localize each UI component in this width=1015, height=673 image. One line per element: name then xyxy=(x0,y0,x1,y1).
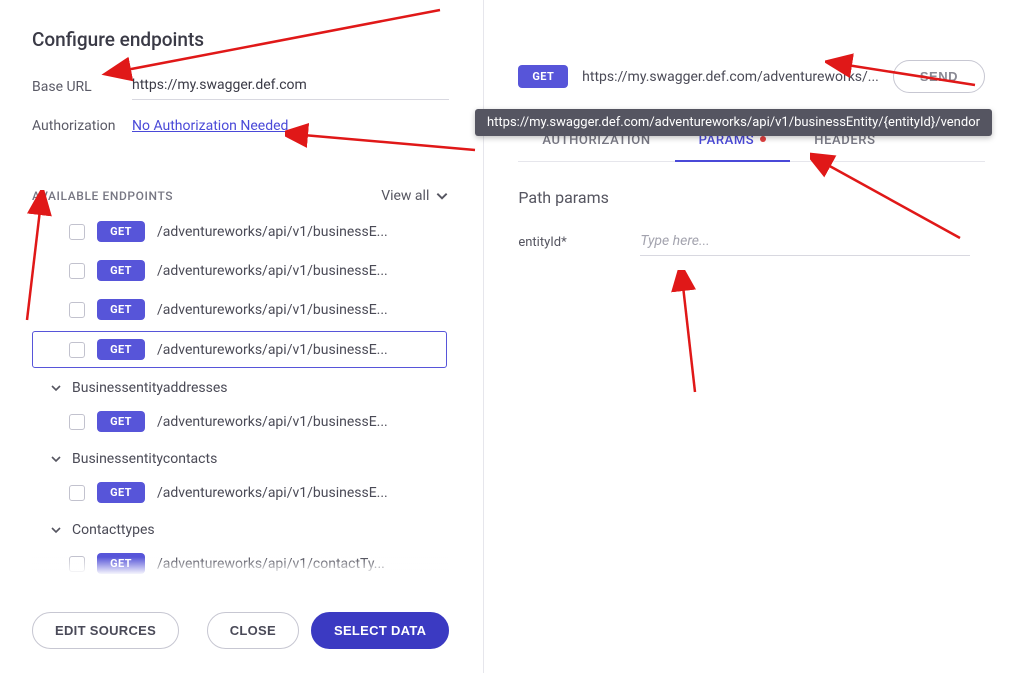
endpoint-checkbox[interactable] xyxy=(69,414,85,430)
page-title: Configure endpoints xyxy=(32,28,449,51)
request-url[interactable]: https://my.swagger.def.com/adventurework… xyxy=(582,69,879,85)
endpoint-group[interactable]: Businessentitycontacts xyxy=(32,443,447,475)
indicator-dot-icon xyxy=(760,136,766,142)
param-row-entityid: entityId* xyxy=(518,229,985,256)
path-params-title: Path params xyxy=(518,188,985,207)
base-url-label: Base URL xyxy=(32,79,132,95)
http-method-badge: GET xyxy=(97,221,145,242)
chevron-down-icon xyxy=(50,453,62,465)
request-row: GET https://my.swagger.def.com/adventure… xyxy=(518,60,985,93)
http-method-badge: GET xyxy=(97,411,145,432)
http-method-badge: GET xyxy=(97,299,145,320)
edit-sources-button[interactable]: EDIT SOURCES xyxy=(32,612,179,649)
endpoint-path: /adventureworks/api/v1/businessE... xyxy=(157,485,440,501)
http-method-badge: GET xyxy=(97,339,145,360)
endpoint-row[interactable]: GET/adventureworks/api/v1/businessE... xyxy=(32,475,447,510)
endpoint-checkbox[interactable] xyxy=(69,485,85,501)
endpoints-section-label: AVAILABLE ENDPOINTS xyxy=(32,189,173,203)
base-url-row: Base URL xyxy=(32,73,449,100)
chevron-down-icon xyxy=(435,189,449,203)
endpoint-checkbox[interactable] xyxy=(69,224,85,240)
request-method-badge: GET xyxy=(518,65,568,88)
endpoint-list[interactable]: GET/adventureworks/api/v1/businessE...GE… xyxy=(32,214,449,592)
endpoint-path: /adventureworks/api/v1/businessE... xyxy=(157,342,440,358)
endpoint-group-label: Businessentityaddresses xyxy=(72,380,227,396)
endpoint-row[interactable]: GET/adventureworks/api/v1/contactTy... xyxy=(32,546,447,581)
param-label-entityid: entityId* xyxy=(518,235,618,250)
endpoint-group[interactable]: Businessentityaddresses xyxy=(32,372,447,404)
send-button[interactable]: SEND xyxy=(893,60,985,93)
endpoint-checkbox[interactable] xyxy=(69,302,85,318)
endpoint-checkbox[interactable] xyxy=(69,263,85,279)
endpoint-row[interactable]: GET/adventureworks/api/v1/businessE... xyxy=(32,253,447,288)
endpoint-path: /adventureworks/api/v1/businessE... xyxy=(157,224,440,240)
http-method-badge: GET xyxy=(97,553,145,574)
url-tooltip: https://my.swagger.def.com/adventurework… xyxy=(475,109,992,136)
endpoints-header: AVAILABLE ENDPOINTS View all xyxy=(32,188,449,204)
endpoint-group[interactable]: Contacttypes xyxy=(32,514,447,546)
endpoint-group-label: Contacttypes xyxy=(72,522,155,538)
param-input-entityid[interactable] xyxy=(640,229,970,256)
select-data-button[interactable]: SELECT DATA xyxy=(311,612,449,649)
endpoint-checkbox[interactable] xyxy=(69,556,85,572)
endpoint-path: /adventureworks/api/v1/businessE... xyxy=(157,263,440,279)
endpoint-checkbox[interactable] xyxy=(69,342,85,358)
close-button[interactable]: CLOSE xyxy=(207,612,299,649)
endpoint-row[interactable]: GET/adventureworks/api/v1/businessE... xyxy=(32,404,447,439)
endpoint-path: /adventureworks/api/v1/contactTy... xyxy=(157,556,440,572)
authorization-link[interactable]: No Authorization Needed xyxy=(132,118,288,134)
endpoint-row[interactable]: GET/adventureworks/api/v1/businessE... xyxy=(32,331,447,368)
view-all-label: View all xyxy=(381,188,429,204)
view-all-dropdown[interactable]: View all xyxy=(381,188,449,204)
authorization-row: Authorization No Authorization Needed xyxy=(32,118,449,134)
endpoint-path: /adventureworks/api/v1/businessE... xyxy=(157,414,440,430)
bottom-bar: EDIT SOURCES CLOSE SELECT DATA xyxy=(32,592,449,649)
authorization-label: Authorization xyxy=(32,118,132,134)
endpoint-row[interactable]: GET/adventureworks/api/v1/businessE... xyxy=(32,292,447,327)
chevron-down-icon xyxy=(50,524,62,536)
endpoint-group-label: Businessentitycontacts xyxy=(72,451,217,467)
http-method-badge: GET xyxy=(97,260,145,281)
http-method-badge: GET xyxy=(97,482,145,503)
base-url-input[interactable] xyxy=(132,73,449,100)
chevron-down-icon xyxy=(50,382,62,394)
endpoint-path: /adventureworks/api/v1/businessE... xyxy=(157,302,440,318)
endpoint-row[interactable]: GET/adventureworks/api/v1/businessE... xyxy=(32,214,447,249)
